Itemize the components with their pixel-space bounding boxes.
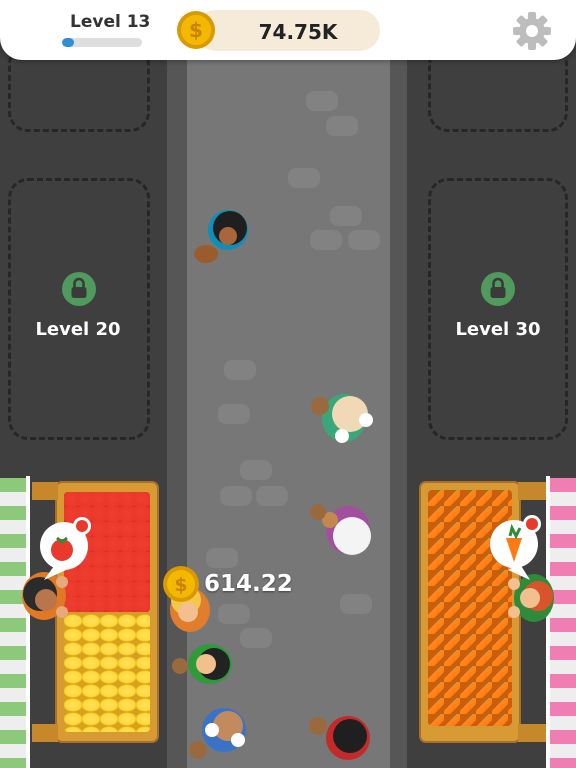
customer — [172, 644, 232, 684]
earnings-popup: $ 614.22 — [156, 565, 306, 605]
customer — [310, 504, 371, 555]
game-screen: Level 20 Level 30 $ 614.22 Level 13 74.7… — [0, 0, 576, 768]
request-bubble-tomato — [40, 517, 91, 580]
player-level-label: Level 13 — [70, 12, 151, 32]
dollar-coin-icon: $ — [163, 566, 199, 602]
dollar-coin-icon: $ — [177, 11, 215, 49]
gear-icon[interactable] — [512, 11, 552, 51]
customer — [194, 210, 248, 263]
scene-characters — [22, 210, 554, 760]
coin-balance-value: 74.75K — [258, 20, 338, 44]
customer — [311, 394, 373, 443]
vendor-right — [508, 574, 554, 622]
top-hud: Level 13 74.75K $ — [0, 0, 576, 60]
svg-text:$: $ — [174, 574, 187, 596]
level-progress-fill — [62, 38, 74, 47]
request-bubble-carrot — [490, 515, 541, 580]
svg-text:$: $ — [189, 18, 203, 42]
coin-balance: 74.75K — [196, 10, 380, 51]
customer — [189, 708, 246, 759]
level-progress-bar — [62, 38, 142, 47]
customer — [309, 716, 370, 760]
earnings-amount: 614.22 — [204, 571, 293, 597]
